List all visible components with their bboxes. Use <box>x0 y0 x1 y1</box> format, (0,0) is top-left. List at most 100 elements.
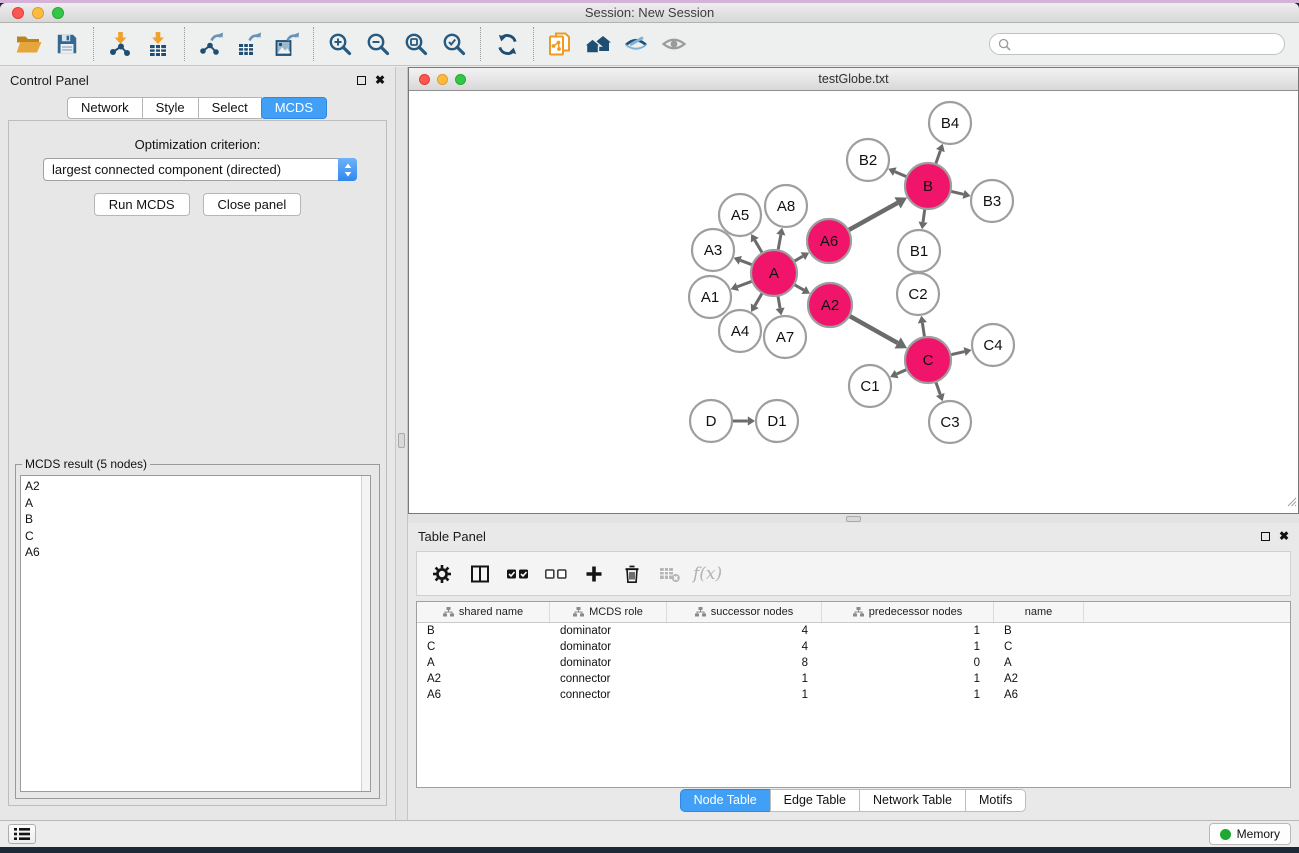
table-panel-header: Table Panel ✖ <box>408 523 1299 549</box>
run-mcds-button[interactable]: Run MCDS <box>94 193 190 216</box>
table-row[interactable]: B dominator 4 1 B <box>417 623 1290 639</box>
column-settings-button[interactable] <box>425 556 459 592</box>
import-network-button[interactable] <box>101 25 139 63</box>
tab-network[interactable]: Network <box>67 97 143 119</box>
node-label-A4: A4 <box>731 323 749 340</box>
splitter-grip[interactable] <box>846 516 861 522</box>
result-scrollbar[interactable] <box>361 476 370 791</box>
node-label-A6: A6 <box>820 233 838 250</box>
result-item[interactable]: A2 <box>25 478 370 495</box>
panel-split-button[interactable] <box>463 556 497 592</box>
table-row[interactable]: A2 connector 1 1 A2 <box>417 671 1290 687</box>
export-table-icon <box>236 31 262 57</box>
import-table-button[interactable] <box>139 25 177 63</box>
table-row[interactable]: A6 connector 1 1 A6 <box>417 687 1290 703</box>
splitter-grip[interactable] <box>398 433 405 448</box>
column-header-successor-nodes[interactable]: successor nodes <box>667 602 822 622</box>
window-resize-grip[interactable] <box>1285 494 1297 512</box>
float-panel-icon[interactable] <box>357 76 366 85</box>
table-row[interactable]: A dominator 8 0 A <box>417 655 1290 671</box>
column-header-predecessor-nodes[interactable]: predecessor nodes <box>822 602 994 622</box>
zoom-out-button[interactable] <box>359 25 397 63</box>
show-panels-button[interactable] <box>8 824 36 844</box>
close-panel-icon[interactable]: ✖ <box>375 75 385 85</box>
zoom-selected-button[interactable] <box>435 25 473 63</box>
table-row[interactable]: C dominator 4 1 C <box>417 639 1290 655</box>
node-label-B3: B3 <box>983 193 1001 210</box>
delete-column-button[interactable] <box>615 556 649 592</box>
result-item[interactable]: C <box>25 528 370 545</box>
float-panel-icon[interactable] <box>1261 532 1270 541</box>
open-session-button[interactable] <box>10 25 48 63</box>
close-network-window-button[interactable] <box>419 74 430 85</box>
dropdown-stepper <box>338 158 357 181</box>
column-header-mcds-role[interactable]: MCDS role <box>550 602 667 622</box>
tab-network-table[interactable]: Network Table <box>859 789 966 812</box>
column-header-shared-name[interactable]: shared name <box>417 602 550 622</box>
tab-edge-table[interactable]: Edge Table <box>770 789 860 812</box>
delete-table-button[interactable] <box>653 556 687 592</box>
column-header-name[interactable]: name <box>994 602 1084 622</box>
zoom-network-window-button[interactable] <box>455 74 466 85</box>
plus-icon <box>584 564 604 584</box>
minimize-network-window-button[interactable] <box>437 74 448 85</box>
tab-mcds[interactable]: MCDS <box>261 97 327 119</box>
toolbar-separator <box>313 27 314 61</box>
node-label-A2: A2 <box>821 297 839 314</box>
zoom-out-icon <box>365 31 391 57</box>
memory-status-dot <box>1220 829 1231 840</box>
node-label-C: C <box>923 352 934 369</box>
network-view-window: testGlobe.txt AA1A2A3A4A5A6A7A8BB1B2B3B4… <box>408 67 1299 514</box>
toolbar-separator <box>480 27 481 61</box>
network-canvas[interactable]: AA1A2A3A4A5A6A7A8BB1B2B3B4CC1C2C3C4DD1 <box>409 92 1298 513</box>
export-image-button[interactable] <box>268 25 306 63</box>
homes-icon <box>584 31 612 57</box>
node-label-A5: A5 <box>731 207 749 224</box>
function-builder-button[interactable]: f(x) <box>691 564 722 584</box>
show-hide-panel-button[interactable] <box>655 25 693 63</box>
network-graph[interactable]: AA1A2A3A4A5A6A7A8BB1B2B3B4CC1C2C3C4DD1 <box>409 92 1298 513</box>
deselect-all-button[interactable] <box>539 556 573 592</box>
node-label-C1: C1 <box>860 378 879 395</box>
result-item[interactable]: A6 <box>25 544 370 561</box>
memory-button[interactable]: Memory <box>1209 823 1291 845</box>
horizontal-splitter[interactable] <box>408 514 1299 523</box>
column-type-icon <box>573 607 584 617</box>
new-network-from-file-button[interactable] <box>541 25 579 63</box>
result-item[interactable]: B <box>25 511 370 528</box>
zoom-in-button[interactable] <box>321 25 359 63</box>
zoom-fit-button[interactable] <box>397 25 435 63</box>
mcds-tab-content: Optimization criterion: largest connecte… <box>8 120 387 806</box>
tab-motifs[interactable]: Motifs <box>965 789 1026 812</box>
toolbar-search <box>989 33 1285 55</box>
search-input[interactable] <box>1016 37 1276 51</box>
hide-graphics-details-button[interactable] <box>617 25 655 63</box>
edge-arrowhead <box>918 221 927 229</box>
table-panel: Table Panel ✖ <box>408 523 1299 820</box>
select-all-button[interactable] <box>501 556 535 592</box>
table-panel-title: Table Panel <box>418 529 486 544</box>
tab-style[interactable]: Style <box>142 97 199 119</box>
show-home-button[interactable] <box>579 25 617 63</box>
network-window-title: testGlobe.txt <box>409 68 1298 91</box>
save-session-button[interactable] <box>48 25 86 63</box>
minimize-window-button[interactable] <box>32 7 44 19</box>
close-panel-button[interactable]: Close panel <box>203 193 302 216</box>
vertical-splitter[interactable] <box>395 67 408 820</box>
zoom-window-button[interactable] <box>52 7 64 19</box>
tab-select[interactable]: Select <box>198 97 262 119</box>
close-panel-icon[interactable]: ✖ <box>1279 531 1289 541</box>
node-label-A1: A1 <box>701 289 719 306</box>
refresh-button[interactable] <box>488 25 526 63</box>
network-window-controls <box>419 74 466 85</box>
result-item[interactable]: A <box>25 495 370 512</box>
node-label-C3: C3 <box>940 414 959 431</box>
export-network-button[interactable] <box>192 25 230 63</box>
close-window-button[interactable] <box>12 7 24 19</box>
zoom-fit-icon <box>403 31 429 57</box>
criterion-dropdown[interactable]: largest connected component (directed) <box>43 158 357 181</box>
add-column-button[interactable] <box>577 556 611 592</box>
tab-node-table[interactable]: Node Table <box>680 789 771 812</box>
export-table-button[interactable] <box>230 25 268 63</box>
table-header-row: shared name MCDS role successor nodes <box>417 602 1290 623</box>
